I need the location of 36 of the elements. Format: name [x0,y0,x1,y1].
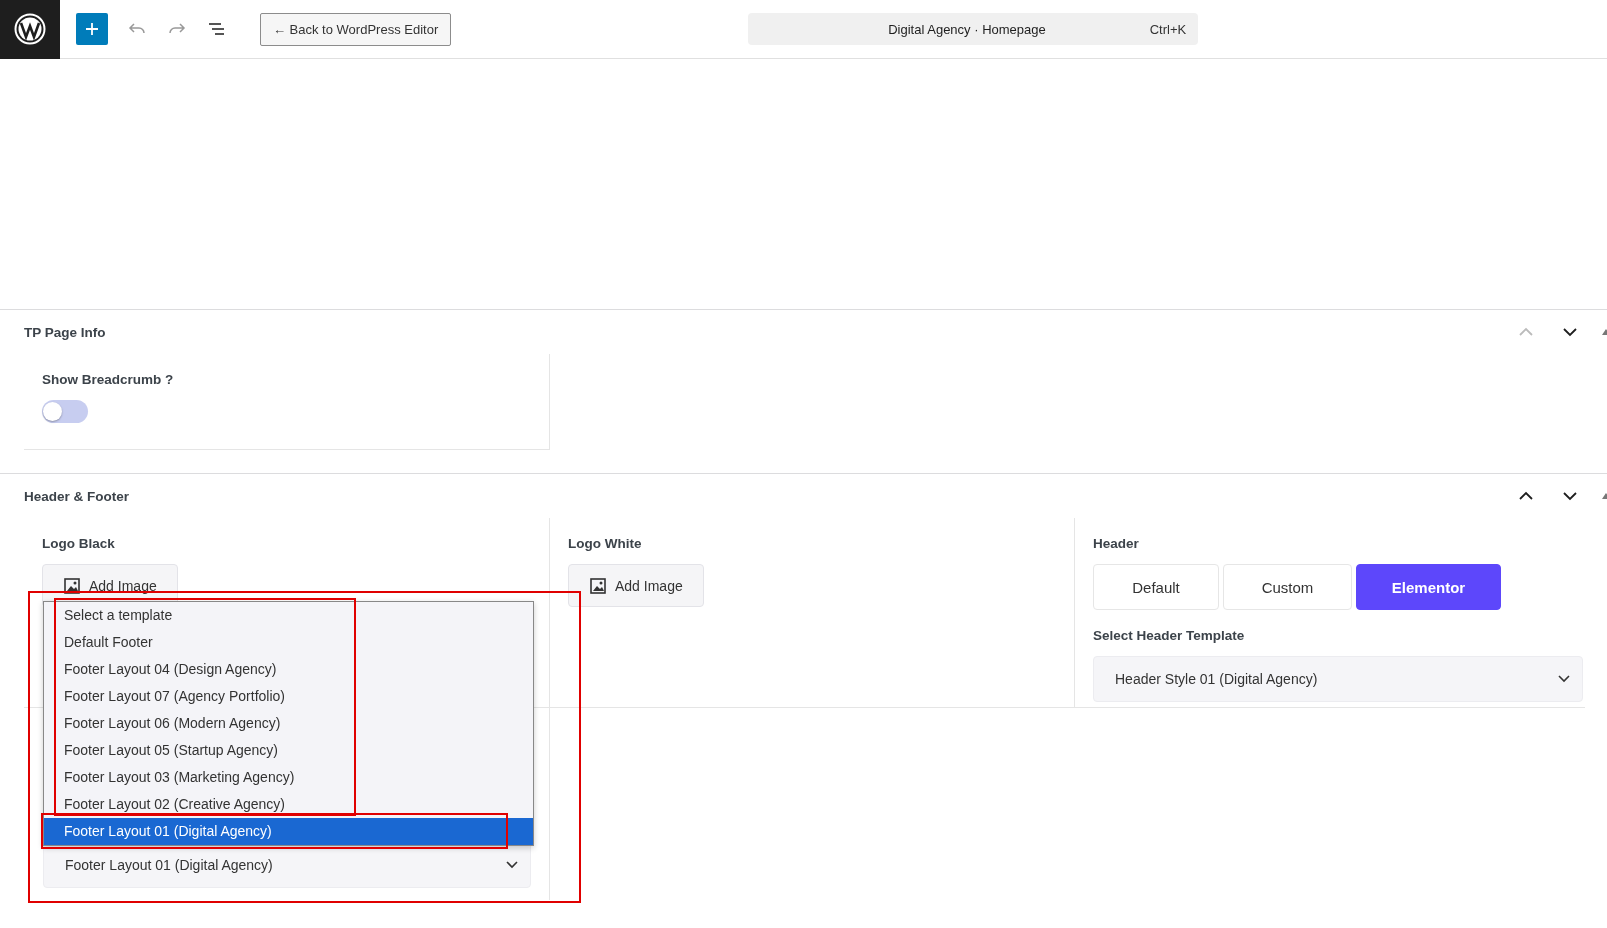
dropdown-option[interactable]: Footer Layout 01 (Digital Agency) [44,818,533,845]
dropdown-option[interactable]: Footer Layout 03 (Marketing Agency) [44,764,533,791]
header-template-select[interactable]: Header Style 01 (Digital Agency) [1093,656,1583,702]
add-block-button[interactable] [76,13,108,45]
image-icon[interactable] [63,576,81,595]
shortcut-hint: Ctrl+K [1149,21,1187,37]
chevron-down-icon[interactable] [506,861,518,869]
dropdown-option[interactable]: Default Footer [44,629,533,656]
section-title: TP Page Info [24,324,106,340]
field-label: Logo Black [42,536,116,551]
chevron-down-icon[interactable] [1558,675,1570,683]
back-button[interactable]: ← Back to WordPress Editor [260,12,452,46]
command-bar[interactable]: Digital Agency · Homepage Ctrl+K [748,13,1199,45]
wordpress-logo[interactable] [0,0,60,59]
field-label: Header [1093,536,1140,551]
chevron-up-icon[interactable] [1518,491,1534,501]
dropdown-option[interactable]: Footer Layout 04 (Design Agency) [44,656,533,683]
plus-icon[interactable] [85,22,99,36]
header-type-option[interactable]: Custom [1223,564,1352,610]
add-image-button[interactable]: Add Image [568,564,704,607]
header-type-option[interactable]: Elementor [1356,564,1501,610]
document-title: Digital Agency · Homepage [888,21,1047,37]
toggle-switch[interactable] [42,400,88,423]
dropdown-option[interactable]: Footer Layout 02 (Creative Agency) [44,791,533,818]
header-type-option[interactable]: Default [1093,564,1219,610]
dropdown-option[interactable]: Footer Layout 05 (Startup Agency) [44,737,533,764]
chevron-down-icon[interactable] [1562,491,1578,501]
wordpress-logo-icon[interactable] [14,13,46,45]
section-title: Header & Footer [24,488,130,504]
image-icon[interactable] [589,576,607,595]
dropdown-option[interactable]: Footer Layout 06 (Modern Agency) [44,710,533,737]
chevron-down-icon[interactable] [1562,327,1578,337]
dropdown-option[interactable]: Footer Layout 07 (Agency Portfolio) [44,683,533,710]
field-label: Show Breadcrumb ? [42,372,175,387]
field-label: Select Header Template [1093,628,1246,643]
field-label: Logo White [568,536,643,551]
